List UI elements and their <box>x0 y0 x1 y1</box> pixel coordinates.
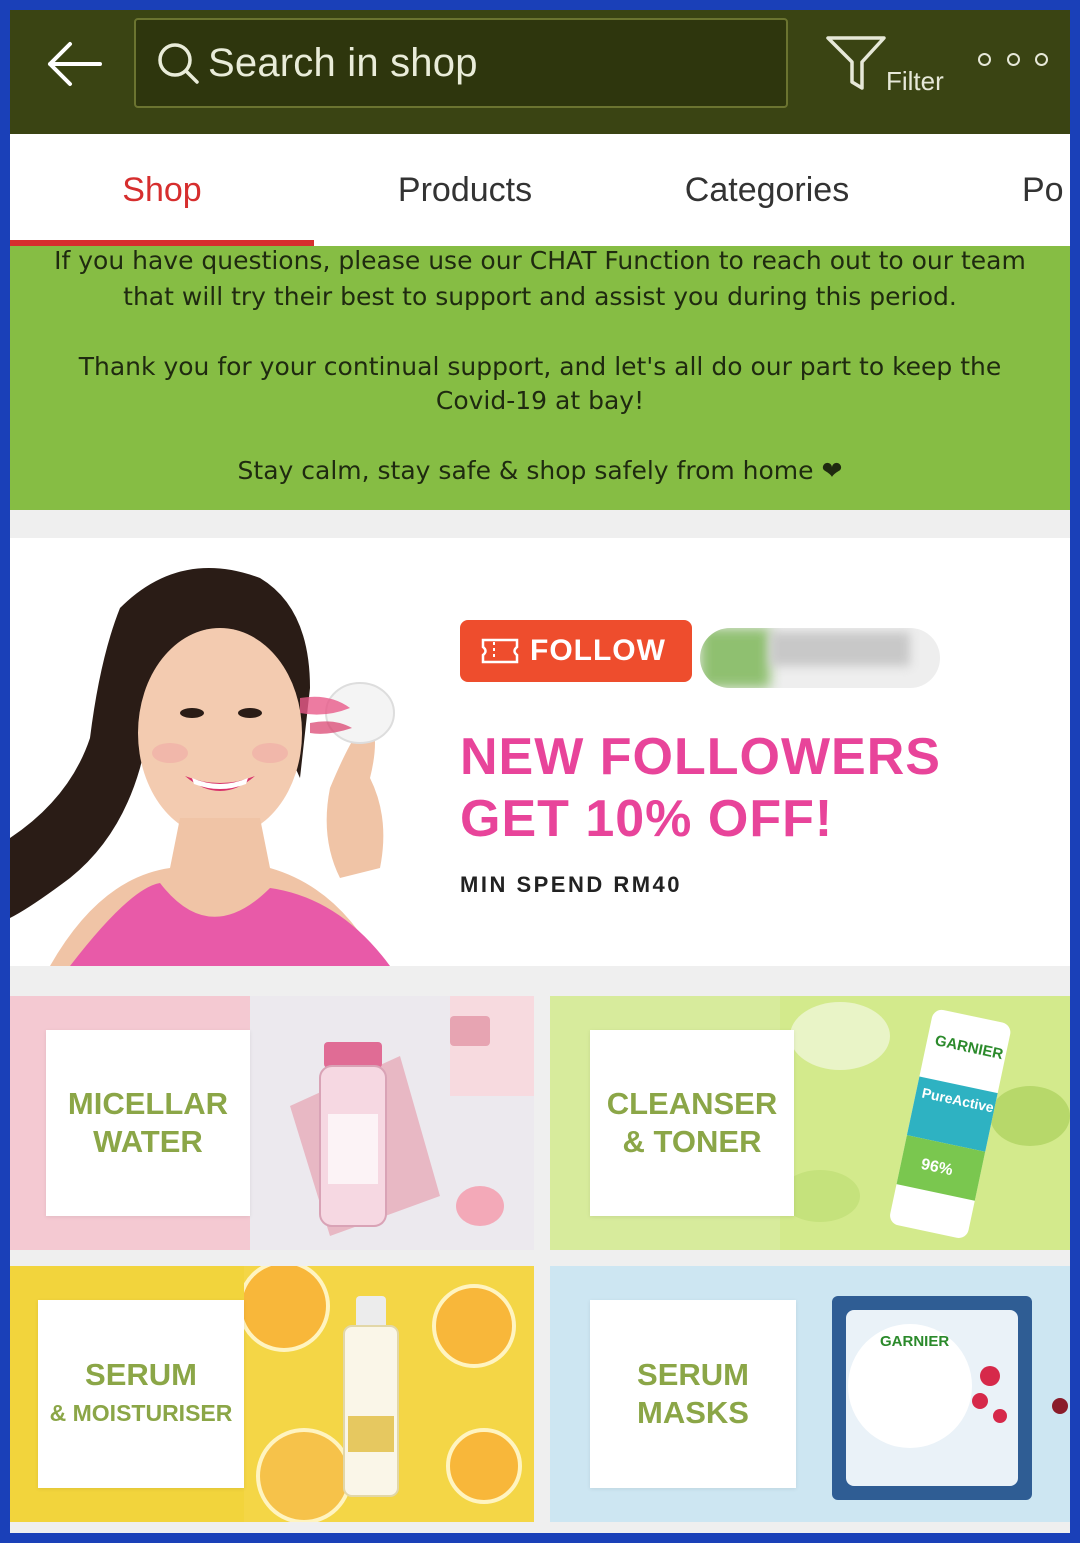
follow-promo-banner[interactable]: FOLLOW NEW FOLLOWERS GET 10% OFF! MIN SP… <box>10 538 1070 966</box>
category-label-card: SERUM & MOISTURISER <box>38 1300 244 1488</box>
model-photo <box>10 538 450 966</box>
category-label-card: MICELLAR WATER <box>46 1030 250 1216</box>
promo-headline: NEW FOLLOWERS GET 10% OFF! <box>460 726 941 850</box>
shop-tabs: Shop Products Categories Po <box>10 134 1070 246</box>
category-line-1: CLEANSER <box>606 1086 778 1121</box>
category-tile-cleanser-toner[interactable]: GARNIER PureActive 96% CLEANSER & TONER <box>550 996 1070 1250</box>
tab-categories[interactable]: Categories <box>616 134 918 246</box>
category-tile-serum-masks[interactable]: GARNIER SERUM MASKS <box>550 1266 1070 1522</box>
filter-button[interactable]: Filter <box>820 28 950 98</box>
tab-products[interactable]: Products <box>314 134 616 246</box>
category-label-card: CLEANSER & TONER <box>590 1030 794 1216</box>
blurred-shop-name <box>700 628 940 688</box>
serum-moisturiser-image <box>244 1266 534 1522</box>
cleanser-toner-image: GARNIER PureActive 96% <box>780 996 1070 1250</box>
category-line-2: WATER <box>93 1124 203 1159</box>
notice-line-2: that will try their best to support and … <box>123 282 957 311</box>
search-input[interactable]: Search in shop <box>134 18 788 108</box>
notice-line-4: Covid-19 at bay! <box>435 386 645 415</box>
category-label-card: SERUM MASKS <box>590 1300 796 1488</box>
category-tile-serum-moisturiser[interactable]: SERUM & MOISTURISER <box>10 1266 534 1522</box>
follow-button[interactable]: FOLLOW <box>460 620 692 682</box>
micellar-water-image <box>250 996 534 1250</box>
category-line-2: & MOISTURISER <box>49 1400 233 1426</box>
more-icon-dot <box>1035 52 1048 66</box>
category-line-2: MASKS <box>637 1395 749 1430</box>
filter-label: Filter <box>886 66 944 96</box>
back-arrow-icon <box>48 42 102 86</box>
more-icon <box>978 52 991 66</box>
follow-label: FOLLOW <box>530 634 666 667</box>
shop-screen: Search in shop Filter Shop Products Cate… <box>10 10 1070 1533</box>
garnier-brand-text: GARNIER <box>880 1333 949 1350</box>
headline-line-2: GET 10% OFF! <box>460 790 834 848</box>
category-tile-micellar-water[interactable]: MICELLAR WATER <box>10 996 534 1250</box>
category-line-1: SERUM <box>85 1357 197 1392</box>
back-button[interactable] <box>38 34 110 94</box>
tab-shop[interactable]: Shop <box>10 134 314 246</box>
tab-posts[interactable]: Po <box>1022 134 1070 246</box>
more-icon-dot <box>1006 52 1020 66</box>
filter-icon <box>826 36 886 90</box>
headline-line-1: NEW FOLLOWERS <box>460 728 941 786</box>
announcement-notice: If you have questions, please use our CH… <box>10 246 1070 510</box>
notice-line-5: Stay calm, stay safe & shop safely from … <box>237 456 843 485</box>
top-bar: Search in shop Filter <box>10 10 1070 134</box>
serum-masks-image: GARNIER <box>820 1266 1070 1522</box>
blur-block <box>700 628 770 688</box>
category-line-1: SERUM <box>637 1357 749 1392</box>
more-options-button[interactable] <box>978 44 1048 74</box>
app-frame: Search in shop Filter Shop Products Cate… <box>0 0 1080 1543</box>
category-line-1: MICELLAR <box>67 1086 229 1121</box>
ticket-icon <box>481 638 519 664</box>
category-line-2: & TONER <box>622 1124 762 1159</box>
notice-line-1: If you have questions, please use our CH… <box>54 246 1026 275</box>
search-placeholder: Search in shop <box>208 40 478 85</box>
min-spend-text: MIN SPEND RM40 <box>460 872 683 897</box>
search-icon <box>158 43 199 84</box>
blur-block <box>770 632 910 666</box>
notice-line-3: Thank you for your continual support, an… <box>78 352 1002 381</box>
